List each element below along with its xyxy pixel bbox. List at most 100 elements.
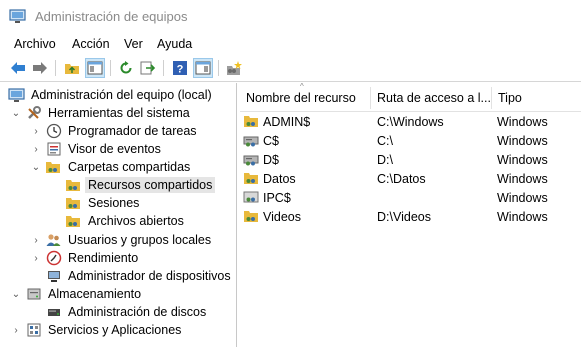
- forward-icon: [33, 62, 47, 74]
- tree-item-local-users[interactable]: Usuarios y grupos locales: [45, 231, 214, 249]
- column-header-type[interactable]: Tipo: [498, 91, 558, 105]
- tree-item-disk-management[interactable]: Administración de discos: [45, 303, 209, 321]
- chevron-right-icon[interactable]: ›: [31, 126, 41, 137]
- cell-name: IPC$: [263, 191, 291, 205]
- list-header: ^ Nombre del recurso Ruta de acceso a l.…: [240, 82, 581, 112]
- toolbar: ?: [0, 54, 581, 82]
- help-icon: ?: [173, 61, 187, 76]
- share-icon: [243, 208, 260, 224]
- computer-management-icon: [9, 9, 26, 23]
- drive-share-icon: [243, 151, 260, 167]
- refresh-button[interactable]: [116, 58, 136, 78]
- services-icon: [25, 322, 42, 338]
- table-row[interactable]: Videos D:\Videos Windows: [240, 207, 581, 226]
- computer-management-icon: [8, 87, 25, 103]
- console-tree: Administración del equipo (local) ⌄ Herr…: [0, 83, 237, 347]
- chevron-right-icon[interactable]: ›: [31, 144, 41, 155]
- forward-button[interactable]: [30, 58, 50, 78]
- chevron-right-icon[interactable]: ›: [31, 235, 41, 246]
- cell-path: D:\Videos: [377, 210, 431, 224]
- up-one-level-button[interactable]: [62, 58, 82, 78]
- show-hide-tree-icon: [87, 61, 103, 75]
- cell-type: Windows: [497, 172, 548, 186]
- column-header-name[interactable]: Nombre del recurso: [246, 91, 366, 105]
- tree-item-computer-management[interactable]: Administración del equipo (local): [8, 86, 215, 104]
- chevron-down-icon[interactable]: ⌄: [11, 108, 21, 119]
- cell-path: D:\: [377, 153, 393, 167]
- cell-type: Windows: [497, 210, 548, 224]
- chevron-down-icon[interactable]: ⌄: [31, 162, 41, 173]
- sort-ascending-icon: ^: [300, 82, 304, 91]
- users-icon: [45, 232, 62, 248]
- cell-path: C:\: [377, 134, 393, 148]
- performance-icon: [45, 250, 62, 266]
- tree-item-event-viewer[interactable]: Visor de eventos: [45, 140, 164, 158]
- cell-name: C$: [263, 134, 279, 148]
- export-list-icon: [140, 61, 156, 75]
- shared-folder-icon: [65, 195, 82, 211]
- storage-icon: [25, 286, 42, 302]
- drive-share-icon: [243, 132, 260, 148]
- table-row[interactable]: C$ C:\ Windows: [240, 131, 581, 150]
- cell-type: Windows: [497, 153, 548, 167]
- share-icon: [243, 113, 260, 129]
- menu-accion[interactable]: Acción: [72, 37, 110, 51]
- cell-name: Videos: [263, 210, 301, 224]
- cell-type: Windows: [497, 134, 548, 148]
- event-viewer-icon: [45, 141, 62, 157]
- up-folder-icon: [65, 64, 79, 74]
- tree-item-services[interactable]: Servicios y Aplicaciones: [25, 321, 184, 339]
- clock-icon: [45, 123, 62, 139]
- tree-item-shares[interactable]: Recursos compartidos: [65, 176, 216, 194]
- shared-folder-icon: [45, 159, 62, 175]
- tools-icon: [25, 105, 42, 121]
- cell-path: C:\Windows: [377, 115, 444, 129]
- title-bar: Administración de equipos: [0, 0, 581, 33]
- disk-management-icon: [45, 304, 62, 320]
- share-icon: [243, 170, 260, 186]
- table-row[interactable]: D$ D:\ Windows: [240, 150, 581, 169]
- new-share-icon: [227, 61, 242, 75]
- table-row[interactable]: IPC$ Windows: [240, 188, 581, 207]
- help-button[interactable]: ?: [170, 58, 190, 78]
- ipc-share-icon: [243, 189, 260, 205]
- chevron-down-icon[interactable]: ⌄: [11, 289, 21, 300]
- show-hide-tree-button[interactable]: [85, 58, 105, 78]
- menu-archivo[interactable]: Archivo: [14, 37, 56, 51]
- cell-path: C:\Datos: [377, 172, 426, 186]
- chevron-right-icon[interactable]: ›: [11, 325, 21, 336]
- menu-ver[interactable]: Ver: [124, 37, 143, 51]
- shared-folder-icon: [65, 213, 82, 229]
- table-row[interactable]: ADMIN$ C:\Windows Windows: [240, 112, 581, 131]
- tree-item-performance[interactable]: Rendimiento: [45, 249, 141, 267]
- back-button[interactable]: [8, 58, 28, 78]
- cell-type: Windows: [497, 115, 548, 129]
- back-icon: [11, 62, 25, 74]
- chevron-right-icon[interactable]: ›: [31, 253, 41, 264]
- shares-list: ^ Nombre del recurso Ruta de acceso a l.…: [240, 82, 581, 347]
- svg-text:?: ?: [177, 64, 184, 76]
- export-list-button[interactable]: [138, 58, 158, 78]
- tree-item-task-scheduler[interactable]: Programador de tareas: [45, 122, 200, 140]
- tree-item-device-manager[interactable]: Administrador de dispositivos: [45, 267, 234, 285]
- cell-name: ADMIN$: [263, 115, 311, 129]
- shared-folder-icon: [65, 177, 82, 193]
- column-header-path[interactable]: Ruta de acceso a l...: [377, 91, 492, 105]
- tree-item-system-tools[interactable]: Herramientas del sistema: [25, 104, 193, 122]
- window-title: Administración de equipos: [35, 9, 188, 24]
- show-action-pane-button[interactable]: [193, 58, 213, 78]
- cell-name: Datos: [263, 172, 296, 186]
- table-row[interactable]: Datos C:\Datos Windows: [240, 169, 581, 188]
- tree-item-shared-folders[interactable]: Carpetas compartidas: [45, 158, 193, 176]
- cell-type: Windows: [497, 191, 548, 205]
- tree-item-storage[interactable]: Almacenamiento: [25, 285, 144, 303]
- menu-bar: Archivo Acción Ver Ayuda: [0, 33, 581, 54]
- new-share-button[interactable]: [224, 58, 244, 78]
- show-action-pane-icon: [195, 61, 211, 75]
- tree-item-sessions[interactable]: Sesiones: [65, 194, 142, 212]
- tree-item-open-files[interactable]: Archivos abiertos: [65, 212, 187, 230]
- menu-ayuda[interactable]: Ayuda: [157, 37, 192, 51]
- cell-name: D$: [263, 153, 279, 167]
- device-manager-icon: [45, 268, 62, 284]
- refresh-icon: [120, 61, 132, 74]
